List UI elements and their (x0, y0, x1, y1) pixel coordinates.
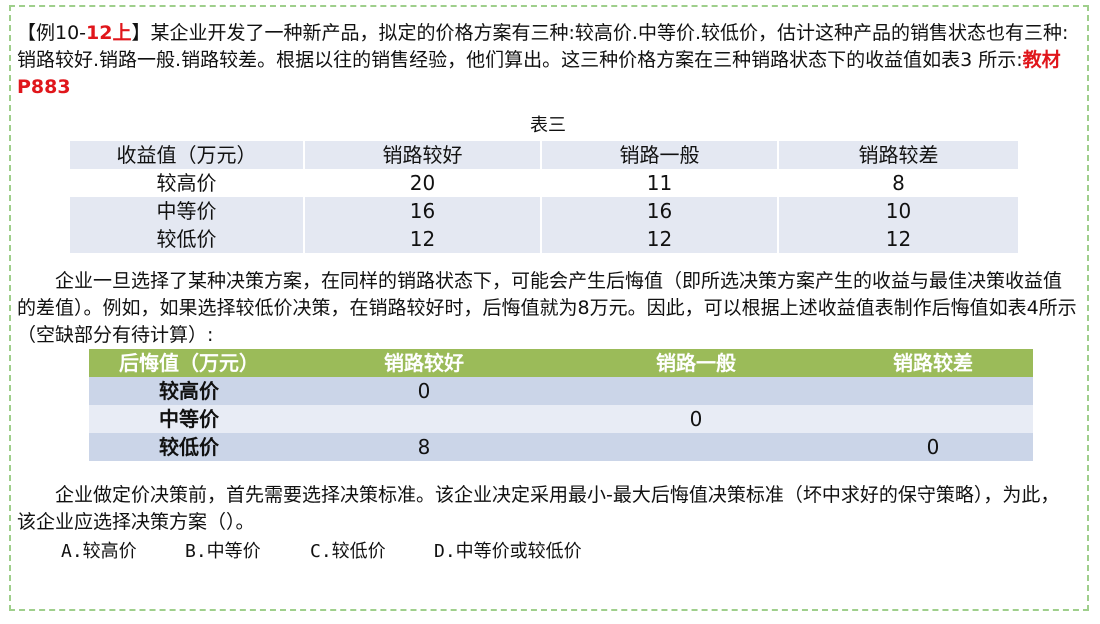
payoff-row-label: 中等价 (70, 197, 305, 225)
option-a[interactable]: A.较高价 (61, 537, 185, 563)
example-tag: 12上 (86, 22, 132, 44)
regret-cell (559, 377, 833, 405)
payoff-table-row: 中等价 16 16 10 (70, 197, 1020, 225)
payoff-header-cell: 销路较差 (779, 141, 1020, 169)
payoff-table-row: 较低价 12 12 12 (70, 225, 1020, 253)
payoff-header-cell: 销路一般 (542, 141, 779, 169)
intro-paragraph: 【例10-12上】某企业开发了一种新产品，拟定的价格方案有三种:较高价.中等价.… (17, 20, 1077, 101)
intro-text: 】某企业开发了一种新产品，拟定的价格方案有三种:较高价.中等价.较低价，估计这种… (17, 22, 1069, 71)
table-caption: 表三 (530, 115, 566, 136)
payoff-row-label: 较高价 (70, 169, 305, 197)
payoff-cell: 16 (305, 197, 542, 225)
payoff-header-cell: 收益值（万元） (70, 141, 305, 169)
regret-table-row: 较高价 0 (89, 377, 1033, 405)
payoff-table-header-row: 收益值（万元） 销路较好 销路一般 销路较差 (70, 141, 1020, 169)
regret-row-label: 较低价 (89, 433, 289, 461)
regret-header-cell: 销路较差 (833, 349, 1033, 377)
payoff-table-row: 较高价 20 11 8 (70, 169, 1020, 197)
regret-header-cell: 后悔值（万元） (89, 349, 289, 377)
regret-table-row: 中等价 0 (89, 405, 1033, 433)
payoff-header-cell: 销路较好 (305, 141, 542, 169)
payoff-cell: 11 (542, 169, 779, 197)
payoff-row-label: 较低价 (70, 225, 305, 253)
regret-cell: 0 (559, 405, 833, 433)
regret-header-cell: 销路一般 (559, 349, 833, 377)
example-prefix: 【例10- (17, 22, 87, 44)
regret-cell: 8 (289, 433, 559, 461)
regret-cell: 0 (289, 377, 559, 405)
regret-table: 后悔值（万元） 销路较好 销路一般 销路较差 较高价 0 中等价 0 较低价 8… (89, 349, 1033, 461)
option-b[interactable]: B.中等价 (185, 537, 310, 563)
regret-cell (559, 433, 833, 461)
payoff-cell: 12 (779, 225, 1020, 253)
payoff-cell: 12 (542, 225, 779, 253)
answer-options: A.较高价 B.中等价 C.较低价 D.中等价或较低价 (61, 537, 582, 563)
option-d[interactable]: D.中等价或较低价 (434, 537, 582, 563)
payoff-table: 收益值（万元） 销路较好 销路一般 销路较差 较高价 20 11 8 中等价 1… (70, 141, 1020, 253)
regret-explanation-paragraph: 企业一旦选择了某种决策方案，在同样的销路状态下，可能会产生后悔值（即所选决策方案… (17, 270, 1077, 346)
regret-row-label: 中等价 (89, 405, 289, 433)
regret-cell (289, 405, 559, 433)
payoff-cell: 12 (305, 225, 542, 253)
regret-row-label: 较高价 (89, 377, 289, 405)
payoff-cell: 20 (305, 169, 542, 197)
regret-cell (833, 377, 1033, 405)
payoff-cell: 10 (779, 197, 1020, 225)
payoff-cell: 8 (779, 169, 1020, 197)
regret-cell (833, 405, 1033, 433)
option-c[interactable]: C.较低价 (310, 537, 434, 563)
regret-table-row: 较低价 8 0 (89, 433, 1033, 461)
payoff-cell: 16 (542, 197, 779, 225)
regret-table-header-row: 后悔值（万元） 销路较好 销路一般 销路较差 (89, 349, 1033, 377)
question-paragraph: 企业做定价决策前，首先需要选择决策标准。该企业决定采用最小-最大后悔值决策标准（… (17, 484, 1060, 533)
regret-header-cell: 销路较好 (289, 349, 559, 377)
regret-cell: 0 (833, 433, 1033, 461)
